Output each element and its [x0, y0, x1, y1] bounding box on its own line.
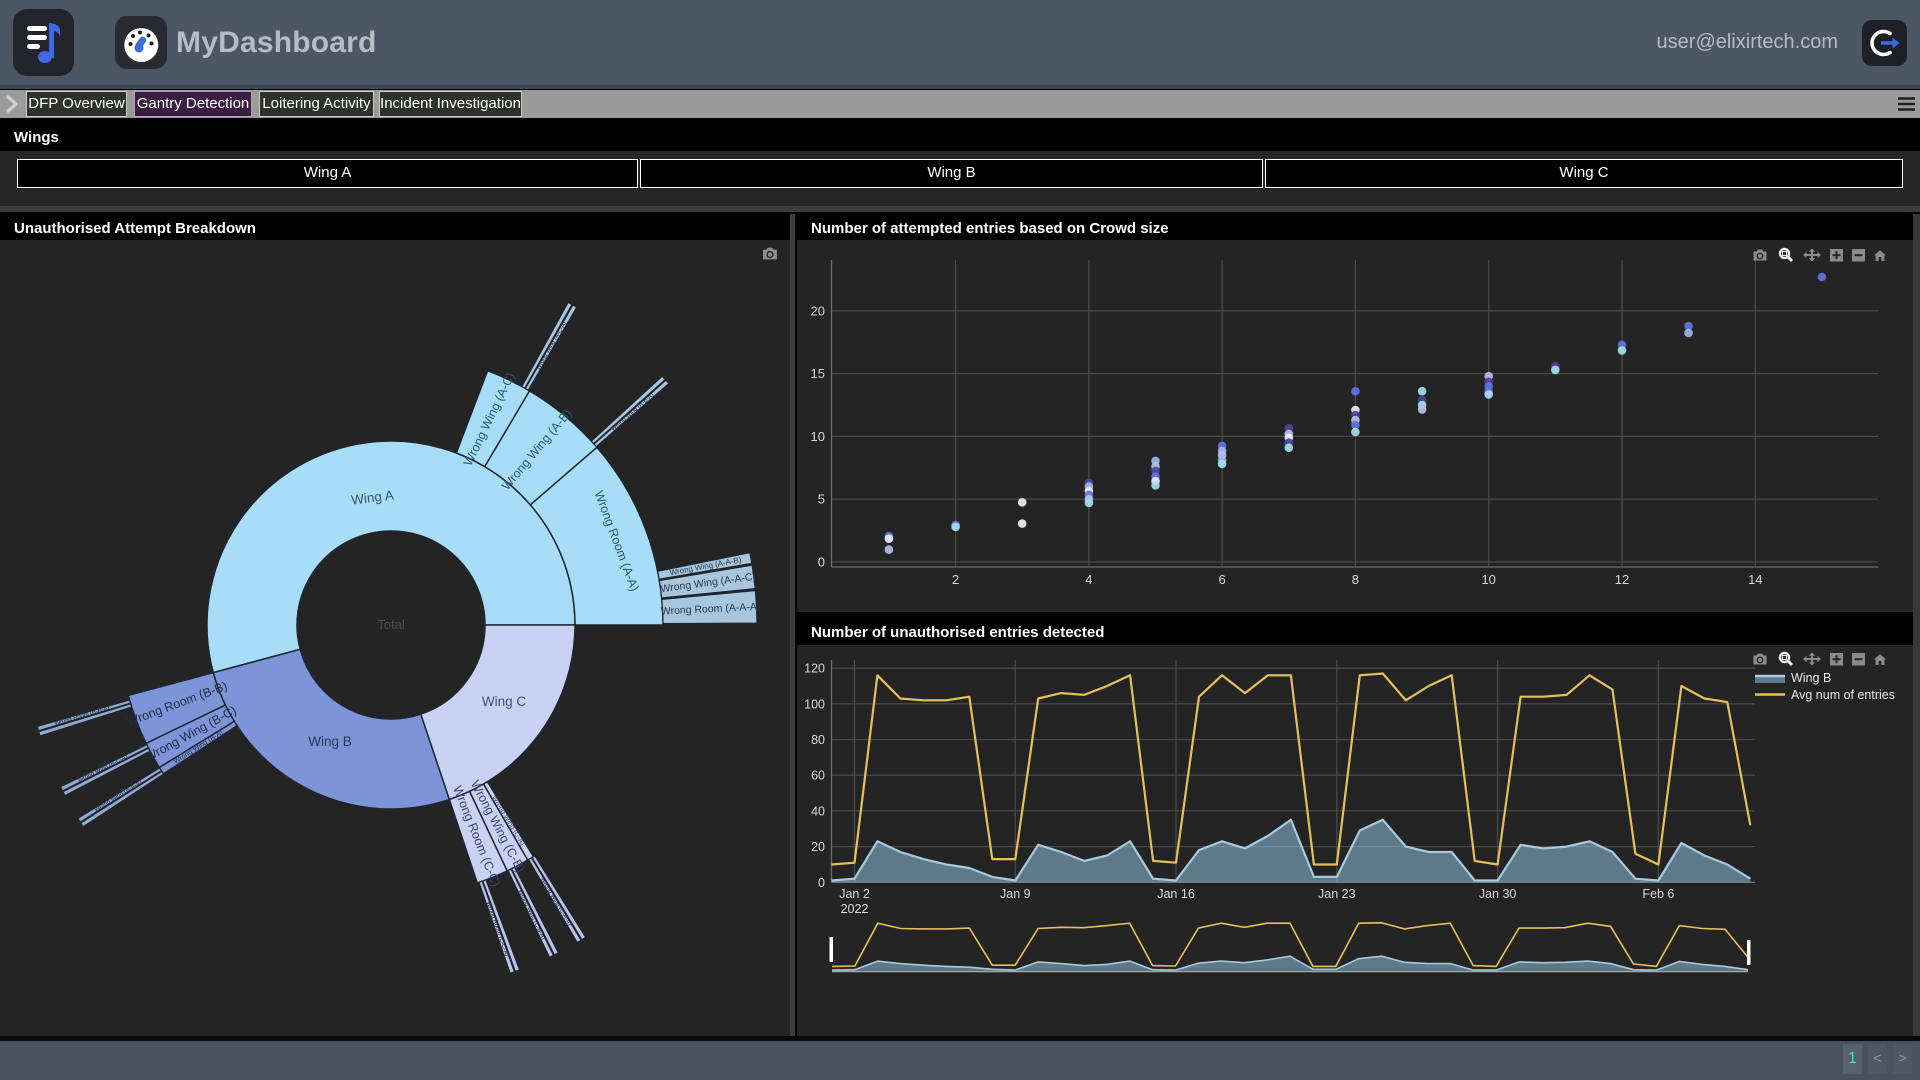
- svg-text:Jan 16: Jan 16: [1157, 887, 1195, 901]
- svg-text:10: 10: [811, 429, 825, 444]
- svg-text:Wrong Wing (B-C-A): Wrong Wing (B-C-A): [77, 754, 129, 784]
- svg-text:2022: 2022: [841, 902, 869, 916]
- svg-text:80: 80: [811, 733, 825, 747]
- svg-text:Jan 2: Jan 2: [839, 887, 870, 901]
- svg-text:Avg num of entries: Avg num of entries: [1791, 688, 1895, 702]
- svg-text:8: 8: [1352, 572, 1359, 587]
- svg-text:Wrong Wing (C-B-A): Wrong Wing (C-B-A): [516, 889, 545, 941]
- svg-text:Jan 30: Jan 30: [1479, 887, 1517, 901]
- svg-text:Wrong Wing (A-B-A): Wrong Wing (A-B-A): [610, 392, 655, 433]
- svg-text:100: 100: [804, 697, 825, 711]
- svg-text:6: 6: [1218, 572, 1225, 587]
- svg-text:Total: Total: [377, 617, 405, 632]
- svg-text:Wrong Wing (B-A-A): Wrong Wing (B-A-A): [94, 780, 143, 814]
- svg-text:Wrong Wing (C-A-A): Wrong Wing (C-A-A): [539, 877, 572, 927]
- svg-text:10: 10: [1481, 572, 1495, 587]
- svg-text:2: 2: [952, 572, 959, 587]
- svg-text:Feb 6: Feb 6: [1642, 887, 1674, 901]
- svg-text:120: 120: [804, 662, 825, 676]
- svg-text:4: 4: [1085, 572, 1092, 587]
- svg-text:Jan 23: Jan 23: [1318, 887, 1356, 901]
- svg-text:Wing B: Wing B: [308, 734, 352, 749]
- svg-text:12: 12: [1615, 572, 1629, 587]
- svg-text:15: 15: [811, 366, 825, 381]
- svg-text:20: 20: [811, 840, 825, 854]
- svg-text:0: 0: [818, 876, 825, 890]
- svg-text:Wrong Wing (A-C-A): Wrong Wing (A-C-A): [536, 321, 569, 372]
- svg-text:5: 5: [818, 492, 825, 507]
- svg-text:0: 0: [818, 554, 825, 569]
- svg-text:Wing C: Wing C: [482, 694, 527, 709]
- svg-text:40: 40: [811, 804, 825, 818]
- svg-text:Jan 9: Jan 9: [1000, 887, 1031, 901]
- svg-text:20: 20: [811, 303, 825, 318]
- svg-text:14: 14: [1748, 572, 1762, 587]
- svg-text:60: 60: [811, 769, 825, 783]
- svg-text:Wing B: Wing B: [1791, 671, 1831, 685]
